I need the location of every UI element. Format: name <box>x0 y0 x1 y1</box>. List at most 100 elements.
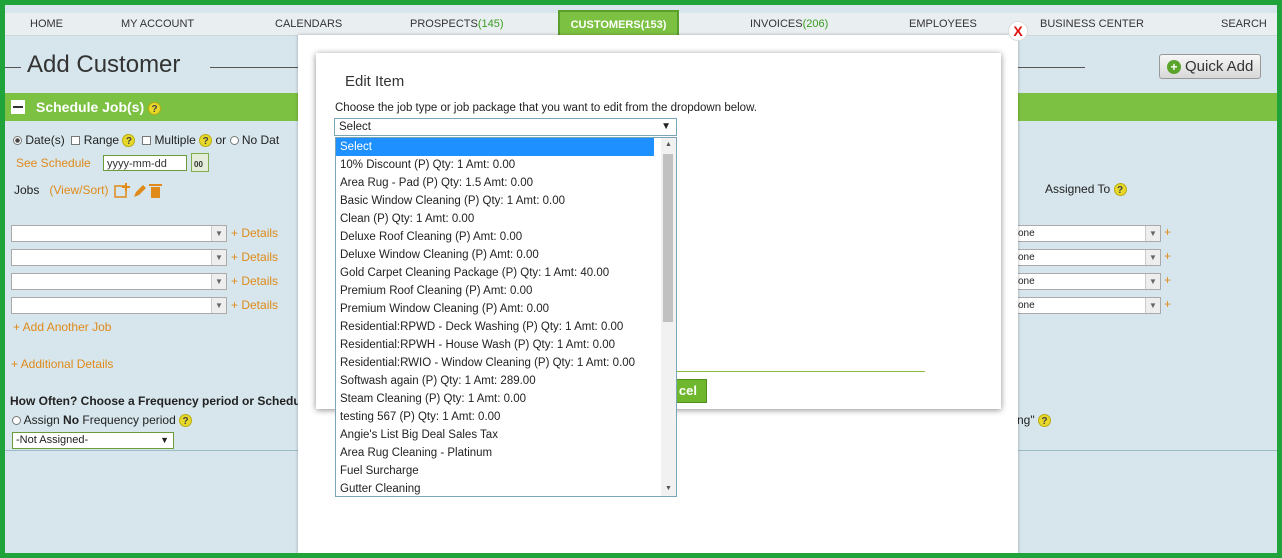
quick-add-button[interactable]: + Quick Add <box>1159 54 1261 79</box>
nav-my-account[interactable]: MY ACCOUNT <box>121 13 194 35</box>
help-icon[interactable]: ? <box>1113 183 1127 197</box>
schedule-jobs-title: Schedule Job(s) ? <box>36 99 162 115</box>
nav-invoices-count: (206) <box>802 18 829 30</box>
dropdown-option[interactable]: testing 567 (P) Qty: 1 Amt: 0.00 <box>336 408 654 426</box>
calendar-icon-label: 00 <box>194 160 203 169</box>
nav-calendars[interactable]: CALENDARS <box>275 13 342 35</box>
dropdown-option[interactable]: Gold Carpet Cleaning Package (P) Qty: 1 … <box>336 264 654 282</box>
assign-select-3[interactable]: one ▼ <box>1015 273 1161 290</box>
dropdown-option[interactable]: Area Rug Cleaning - Platinum <box>336 444 654 462</box>
job-select-4[interactable]: ▼ <box>11 297 227 314</box>
help-icon[interactable]: ? <box>1037 414 1051 428</box>
dropdown-scrollbar[interactable]: ▲ ▼ <box>661 138 676 496</box>
assign-select-value: one <box>1018 228 1035 239</box>
nav-invoices[interactable]: INVOICES(206) <box>750 13 828 35</box>
assign-prefix: Assign <box>23 413 64 427</box>
dropdown-option[interactable]: Residential:RPWD - Deck Washing (P) Qty:… <box>336 318 654 336</box>
assign-select-4[interactable]: one ▼ <box>1015 297 1161 314</box>
app-frame: HOME MY ACCOUNT CALENDARS PROSPECTS(145)… <box>5 5 1277 553</box>
assign-add-2[interactable]: + <box>1164 249 1171 263</box>
nav-prospects[interactable]: PROSPECTS(145) <box>410 13 504 35</box>
dropdown-option[interactable]: Fuel Surcharge <box>336 462 654 480</box>
plus-circle-icon: + <box>1167 60 1181 74</box>
add-another-job-link[interactable]: + Add Another Job <box>13 320 111 334</box>
assign-select-2[interactable]: one ▼ <box>1015 249 1161 266</box>
scroll-up-icon[interactable]: ▲ <box>661 138 676 152</box>
chevron-down-icon: ▼ <box>211 298 226 313</box>
chevron-down-icon: ▼ <box>1145 298 1160 313</box>
collapse-minus-icon[interactable] <box>11 100 25 114</box>
dropdown-option[interactable]: Softwash again (P) Qty: 1 Amt: 289.00 <box>336 372 654 390</box>
job-type-dropdown-list[interactable]: Select 10% Discount (P) Qty: 1 Amt: 0.00 A… <box>335 137 677 497</box>
dropdown-option[interactable]: Premium Window Cleaning (P) Amt: 0.00 <box>336 300 654 318</box>
assign-select-value: one <box>1018 300 1035 311</box>
date-input[interactable]: yyyy-mm-dd <box>103 155 187 171</box>
jobs-label: Jobs <box>14 183 40 198</box>
chevron-down-icon: ▼ <box>1145 274 1160 289</box>
dropdown-option[interactable]: Residential:RWIO - Window Cleaning (P) Q… <box>336 354 654 372</box>
help-icon[interactable]: ? <box>122 134 136 148</box>
dropdown-option[interactable]: Area Rug - Pad (P) Qty: 1.5 Amt: 0.00 <box>336 174 654 192</box>
dropdown-option[interactable]: 10% Discount (P) Qty: 1 Amt: 0.00 <box>336 156 654 174</box>
chevron-down-icon: ▼ <box>211 250 226 265</box>
job-type-select[interactable]: Select ▼ <box>334 118 677 136</box>
assign-add-4[interactable]: + <box>1164 297 1171 311</box>
dropdown-option[interactable]: Residential:RPWH - House Wash (P) Qty: 1… <box>336 336 654 354</box>
dropdown-option[interactable]: Angie's List Big Deal Sales Tax <box>336 426 654 444</box>
trash-icon[interactable] <box>148 184 162 198</box>
assign-add-1[interactable]: + <box>1164 225 1171 239</box>
assign-no-frequency-radio[interactable] <box>12 416 21 426</box>
dropdown-option[interactable]: Gutter Cleaning <box>336 480 654 496</box>
nav-customers-label: CUSTOMERS <box>570 19 641 31</box>
assign-suffix: Frequency period <box>79 413 176 427</box>
job-select-2[interactable]: ▼ <box>11 249 227 266</box>
chevron-down-icon: ▼ <box>661 121 671 132</box>
calendar-icon[interactable]: 00 <box>191 153 209 172</box>
close-icon[interactable]: X <box>1008 21 1028 41</box>
assigned-to-label: Assigned To <box>1045 182 1111 196</box>
job-select-1[interactable]: ▼ <box>11 225 227 242</box>
dropdown-option[interactable]: Steam Cleaning (P) Qty: 1 Amt: 0.00 <box>336 390 654 408</box>
additional-details-link[interactable]: + Additional Details <box>11 357 113 371</box>
job-type-select-value: Select <box>339 121 371 133</box>
help-icon[interactable]: ? <box>148 101 162 115</box>
range-checkbox[interactable] <box>71 136 81 146</box>
assign-no: No <box>63 413 80 427</box>
nav-customers[interactable]: CUSTOMERS(153) <box>558 10 679 35</box>
details-link-3[interactable]: + Details <box>231 274 278 288</box>
dates-radio[interactable] <box>13 136 22 146</box>
details-link-1[interactable]: + Details <box>231 226 278 240</box>
assigned-to-header: Assigned To ? <box>1045 182 1127 197</box>
how-often-label: How Often? Choose a Frequency period or … <box>10 394 321 408</box>
dropdown-option[interactable]: Premium Roof Cleaning (P) Amt: 0.00 <box>336 282 654 300</box>
frequency-select[interactable]: -Not Assigned- ▼ <box>12 432 174 449</box>
view-sort-link[interactable]: (View/Sort) <box>49 183 108 197</box>
multiple-checkbox[interactable] <box>142 136 152 146</box>
assign-select-value: one <box>1018 276 1035 287</box>
assign-select-1[interactable]: one ▼ <box>1015 225 1161 242</box>
add-job-icon[interactable] <box>114 183 130 198</box>
nav-home[interactable]: HOME <box>30 13 63 35</box>
details-link-4[interactable]: + Details <box>231 298 278 312</box>
details-link-2[interactable]: + Details <box>231 250 278 264</box>
multiple-label: Multiple <box>154 133 196 147</box>
dropdown-option[interactable]: Basic Window Cleaning (P) Qty: 1 Amt: 0.… <box>336 192 654 210</box>
assign-add-3[interactable]: + <box>1164 273 1171 287</box>
right-frequency-fragment: ng" ? <box>1017 413 1051 428</box>
scrollbar-thumb[interactable] <box>663 154 673 322</box>
nav-search[interactable]: SEARCH <box>1221 13 1267 35</box>
dropdown-option[interactable]: Select <box>336 138 654 156</box>
dropdown-option[interactable]: Deluxe Roof Cleaning (P) Amt: 0.00 <box>336 228 654 246</box>
dropdown-option[interactable]: Clean (P) Qty: 1 Amt: 0.00 <box>336 210 654 228</box>
dialog-divider <box>673 371 925 372</box>
nav-employees[interactable]: EMPLOYEES <box>909 13 977 35</box>
job-select-3[interactable]: ▼ <box>11 273 227 290</box>
edit-pencil-icon[interactable] <box>133 185 146 197</box>
help-icon[interactable]: ? <box>179 414 193 428</box>
no-date-radio[interactable] <box>229 136 239 146</box>
dropdown-option[interactable]: Deluxe Window Cleaning (P) Amt: 0.00 <box>336 246 654 264</box>
help-icon[interactable]: ? <box>199 134 213 148</box>
nav-business-center[interactable]: BUSINESS CENTER <box>1040 13 1144 35</box>
scroll-down-icon[interactable]: ▼ <box>661 482 676 496</box>
see-schedule-link[interactable]: See Schedule <box>16 156 91 170</box>
